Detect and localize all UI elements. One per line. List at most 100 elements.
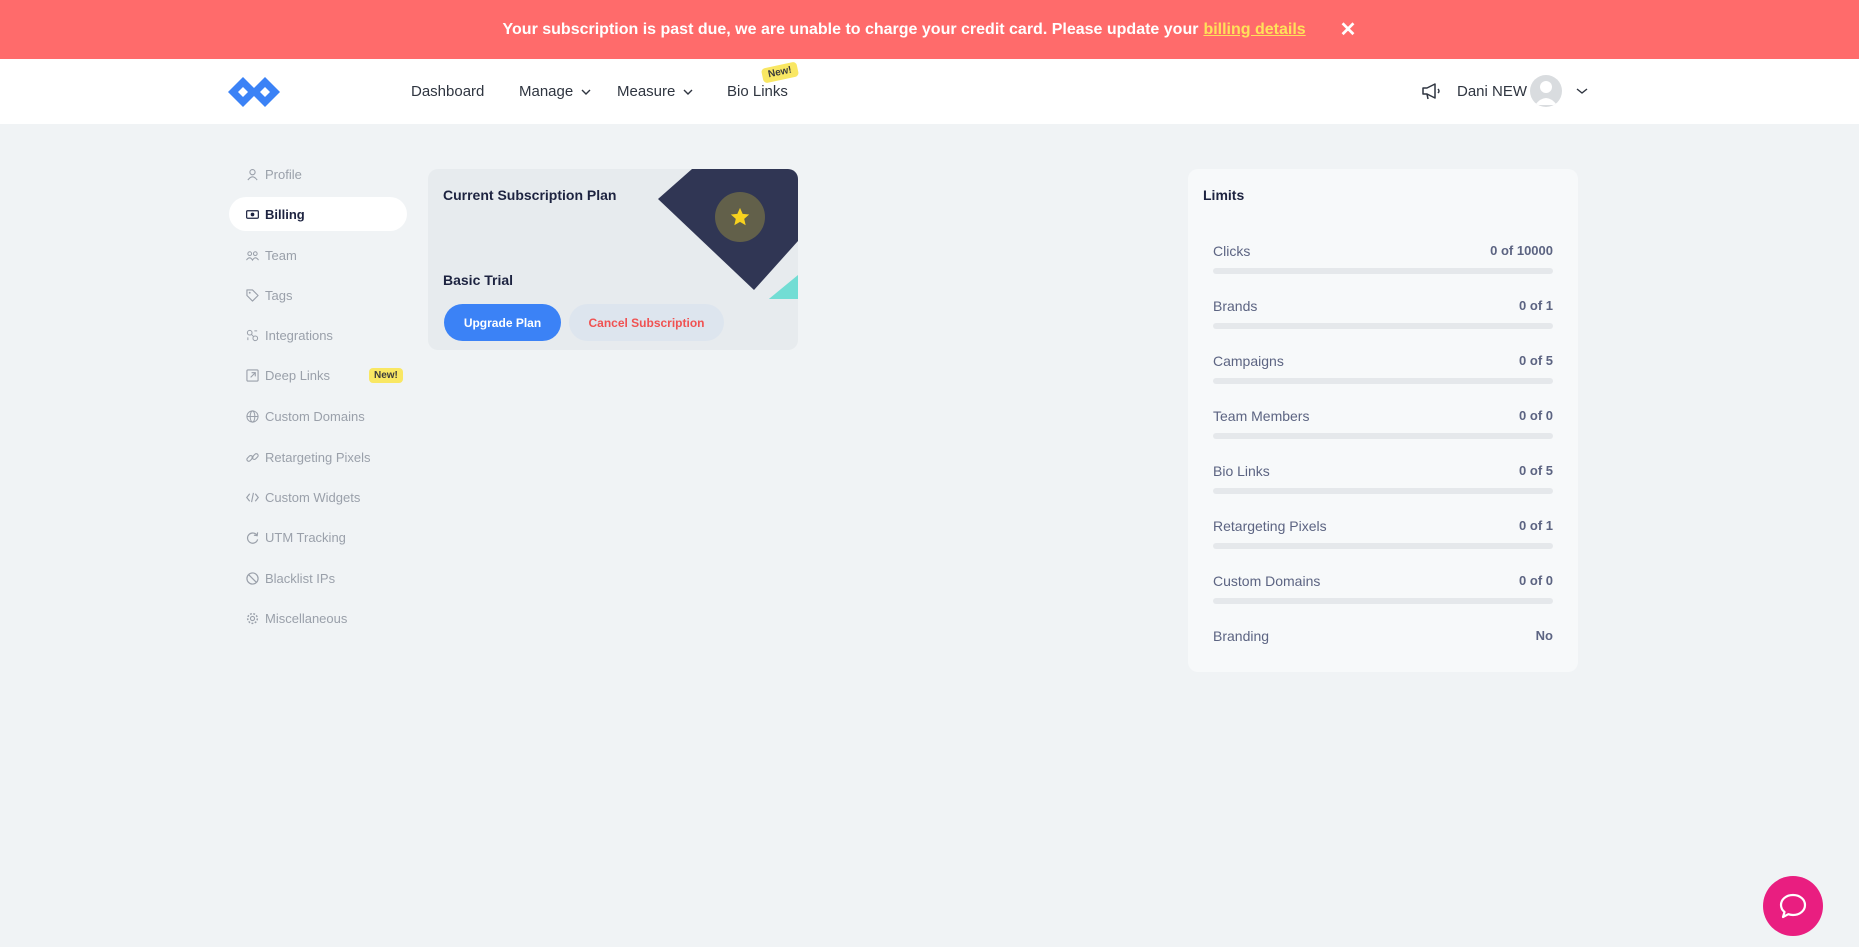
limit-value: No: [1535, 628, 1553, 643]
banner-close-button[interactable]: ✕: [1340, 20, 1357, 40]
cancel-subscription-button[interactable]: Cancel Subscription: [569, 304, 724, 341]
limit-progress-bar: [1213, 433, 1553, 439]
sidebar-item-integrations[interactable]: Integrations: [229, 318, 407, 352]
sidebar-item-label: Billing: [265, 206, 305, 222]
chevron-down-icon: [581, 89, 591, 95]
money-icon: [246, 209, 259, 219]
tag-icon: [246, 288, 259, 302]
sidebar-item-label: Retargeting Pixels: [265, 449, 371, 465]
billing-details-link[interactable]: billing details: [1203, 21, 1305, 39]
sidebar-item-label: Team: [265, 247, 297, 263]
limit-progress-bar: [1213, 268, 1553, 274]
link-icon: [246, 452, 259, 462]
team-icon: [246, 250, 259, 261]
sidebar-item-miscellaneous[interactable]: Miscellaneous: [229, 601, 407, 635]
limit-value: 0 of 5: [1519, 463, 1553, 478]
limit-label: Brands: [1213, 298, 1258, 314]
sidebar-item-custom-widgets[interactable]: Custom Widgets: [229, 480, 407, 514]
sidebar-item-blacklist-ips[interactable]: Blacklist IPs: [229, 561, 407, 595]
nav-manage[interactable]: Manage: [519, 83, 591, 100]
limit-row-brands: Brands 0 of 1: [1213, 298, 1553, 338]
limit-progress-bar: [1213, 598, 1553, 604]
limit-label: Campaigns: [1213, 353, 1284, 369]
limits-title: Limits: [1203, 187, 1245, 203]
avatar[interactable]: [1530, 75, 1562, 107]
limit-value: 0 of 1: [1519, 518, 1553, 533]
code-icon: [246, 492, 259, 502]
limit-row-branding: Branding No: [1213, 628, 1553, 668]
nav-dashboard[interactable]: Dashboard: [411, 83, 484, 100]
limit-label: Clicks: [1213, 243, 1251, 259]
integrations-icon: [246, 329, 259, 341]
plan-badge: [715, 192, 765, 242]
limit-row-retargeting-pixels: Retargeting Pixels 0 of 1: [1213, 518, 1553, 558]
nav-bio-links[interactable]: Bio Links: [727, 83, 788, 100]
megaphone-icon[interactable]: [1420, 81, 1442, 101]
user-avatar-icon: [1535, 81, 1557, 105]
limit-label: Custom Domains: [1213, 573, 1321, 589]
limit-progress-bar: [1213, 488, 1553, 494]
plan-name: Basic Trial: [443, 272, 514, 288]
chat-launcher-button[interactable]: [1763, 876, 1823, 936]
gear-icon: [246, 612, 259, 624]
sidebar-item-label: Miscellaneous: [265, 610, 348, 626]
sidebar-item-label: Tags: [265, 287, 293, 303]
chevron-down-icon[interactable]: [1576, 86, 1588, 96]
refresh-icon: [246, 531, 259, 544]
limit-value: 0 of 1: [1519, 298, 1553, 313]
limit-row-custom-domains: Custom Domains 0 of 0: [1213, 573, 1553, 613]
banner-message: Your subscription is past due, we are un…: [502, 20, 1199, 38]
limit-value: 0 of 10000: [1490, 243, 1553, 258]
sidebar-item-label: Profile: [265, 166, 302, 182]
limit-label: Branding: [1213, 628, 1270, 644]
chevron-down-icon: [683, 89, 693, 95]
limit-row-campaigns: Campaigns 0 of 5: [1213, 353, 1553, 393]
limit-progress-bar: [1213, 378, 1553, 384]
sidebar-item-retargeting-pixels[interactable]: Retargeting Pixels: [229, 440, 407, 474]
sidebar-item-profile[interactable]: Profile: [229, 157, 407, 191]
limit-value: 0 of 0: [1519, 573, 1553, 588]
deep-links-new-badge: New!: [369, 368, 403, 383]
subscription-card-title: Current Subscription Plan: [443, 187, 617, 203]
limit-progress-bar: [1213, 323, 1553, 329]
nav-manage-label: Manage: [519, 83, 574, 100]
sidebar-item-utm-tracking[interactable]: UTM Tracking: [229, 520, 407, 554]
past-due-banner: Your subscription is past due, we are un…: [0, 0, 1859, 59]
sidebar-item-custom-domains[interactable]: Custom Domains: [229, 399, 407, 433]
limit-label: Bio Links: [1213, 463, 1270, 479]
nav-measure[interactable]: Measure: [617, 83, 693, 100]
sidebar-item-billing[interactable]: Billing: [229, 197, 407, 231]
limit-row-bio-links: Bio Links 0 of 5: [1213, 463, 1553, 503]
globe-icon: [246, 409, 259, 423]
user-name[interactable]: Dani NEW: [1457, 83, 1527, 100]
nav-measure-label: Measure: [617, 83, 676, 100]
user-icon: [247, 168, 258, 180]
sidebar-item-label: Custom Widgets: [265, 489, 361, 505]
top-navbar: Dashboard Manage Measure Bio Links New! …: [0, 59, 1859, 124]
nav-bio-links-label: Bio Links: [727, 83, 788, 100]
star-icon: [730, 207, 750, 226]
ban-icon: [246, 571, 259, 585]
limit-label: Retargeting Pixels: [1213, 518, 1327, 534]
limit-row-team-members: Team Members 0 of 0: [1213, 408, 1553, 448]
sidebar-item-team[interactable]: Team: [229, 238, 407, 272]
limit-progress-bar: [1213, 543, 1553, 549]
sidebar-item-label: UTM Tracking: [265, 529, 346, 545]
sidebar-item-label: Blacklist IPs: [265, 570, 336, 586]
sidebar-item-label: Integrations: [265, 327, 333, 343]
limit-value: 0 of 5: [1519, 353, 1553, 368]
sidebar-item-tags[interactable]: Tags: [229, 278, 407, 312]
bio-links-new-badge: New!: [760, 61, 800, 84]
limit-label: Team Members: [1213, 408, 1310, 424]
limits-card: Limits Clicks 0 of 10000 Brands 0 of 1 C…: [1188, 169, 1578, 672]
external-link-icon: [246, 368, 259, 382]
subscription-card: Current Subscription Plan Basic Trial Up…: [428, 169, 798, 350]
upgrade-plan-button[interactable]: Upgrade Plan: [444, 304, 561, 341]
nav-dashboard-label: Dashboard: [411, 83, 485, 100]
chat-bubble-icon: [1779, 893, 1807, 919]
limit-row-clicks: Clicks 0 of 10000: [1213, 243, 1553, 283]
sidebar-item-label: Custom Domains: [265, 408, 365, 424]
app-logo[interactable]: [228, 75, 288, 109]
limit-value: 0 of 0: [1519, 408, 1553, 423]
sidebar-item-label: Deep Links: [265, 367, 331, 383]
